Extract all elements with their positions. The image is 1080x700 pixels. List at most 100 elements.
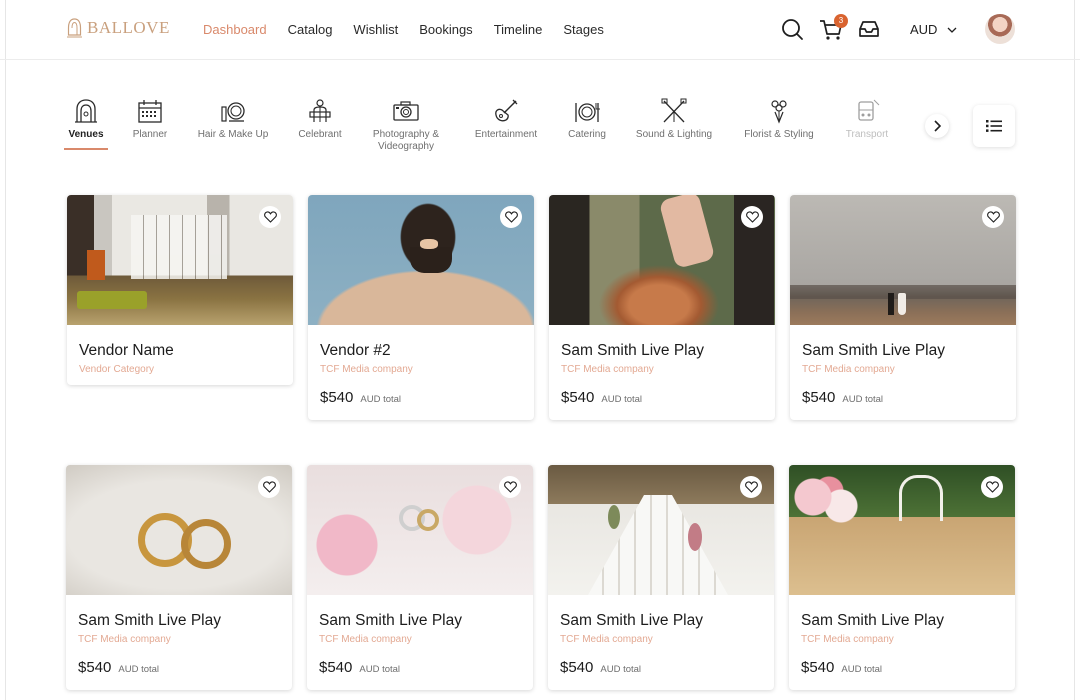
vendor-image-couple — [790, 195, 1016, 325]
category-photography[interactable]: Photography & Videography — [370, 98, 442, 153]
category-label: Venues — [68, 129, 104, 140]
category-entertainment[interactable]: Entertainment — [472, 98, 540, 141]
category-label: Planner — [132, 129, 168, 140]
category-sound-lighting[interactable]: Sound & Lighting — [634, 98, 714, 141]
category-next-button[interactable] — [925, 114, 949, 138]
vendor-title: Sam Smith Live Play — [802, 342, 945, 359]
chevron-right-icon — [934, 120, 941, 132]
vendor-category: Vendor Category — [79, 364, 155, 375]
main-nav: Dashboard Catalog Wishlist Bookings Time… — [203, 22, 625, 37]
vendor-category: TCF Media company — [802, 364, 895, 375]
wishlist-heart-button[interactable] — [740, 476, 762, 498]
wishlist-heart-button[interactable] — [741, 206, 763, 228]
vendor-card[interactable]: Vendor #2 TCF Media company $540 AUD tota… — [308, 195, 534, 420]
vendor-price: $540 AUD total — [789, 645, 1015, 690]
nav-wishlist[interactable]: Wishlist — [353, 22, 398, 37]
category-transport[interactable]: Transport — [844, 98, 890, 141]
category-hair-makeup[interactable]: Hair & Make Up — [196, 98, 270, 141]
price-unit: AUD total — [360, 394, 402, 405]
vendor-category: TCF Media company — [320, 364, 413, 375]
wishlist-heart-button[interactable] — [981, 476, 1003, 498]
price-unit: AUD total — [600, 664, 642, 675]
vendor-category: TCF Media company — [78, 634, 171, 645]
vendor-image-flowers-rings — [307, 465, 533, 595]
heart-icon — [985, 481, 999, 493]
user-avatar[interactable] — [985, 14, 1015, 44]
nav-catalog[interactable]: Catalog — [288, 22, 333, 37]
category-florist[interactable]: Florist & Styling — [742, 98, 816, 141]
celebrant-icon — [309, 99, 331, 122]
vendor-card[interactable]: Vendor Name Vendor Category — [67, 195, 293, 385]
search-icon[interactable] — [779, 16, 805, 42]
category-planner[interactable]: Planner — [132, 98, 168, 141]
price-amount: $540 — [802, 389, 836, 406]
vendor-title: Vendor #2 — [320, 342, 391, 359]
vendor-card[interactable]: Sam Smith Live Play TCF Media company $5… — [789, 465, 1015, 690]
vendor-image-garden-aisle — [789, 465, 1015, 595]
heart-icon — [504, 211, 518, 223]
price-unit: AUD total — [841, 664, 883, 675]
brand-logo[interactable]: BALLOVE — [67, 18, 170, 38]
vendor-category: TCF Media company — [561, 364, 654, 375]
venue-arch-icon — [75, 99, 97, 123]
heart-icon — [745, 211, 759, 223]
list-view-button[interactable] — [973, 105, 1015, 147]
vendor-price: $540 AUD total — [66, 645, 292, 690]
vendor-image-living-room — [67, 195, 293, 325]
vendor-price: $540 AUD total — [548, 645, 774, 690]
category-label: Hair & Make Up — [197, 129, 269, 140]
vendor-price: $540 AUD total — [790, 375, 1016, 420]
vendor-card[interactable]: Sam Smith Live Play TCF Media company $5… — [790, 195, 1016, 420]
vendor-price: $540 AUD total — [307, 645, 533, 690]
category-celebrant[interactable]: Celebrant — [296, 98, 344, 141]
price-amount: $540 — [560, 659, 594, 676]
vendor-title: Sam Smith Live Play — [560, 612, 703, 629]
vendor-card[interactable]: Sam Smith Live Play TCF Media company $5… — [307, 465, 533, 690]
vendor-title: Sam Smith Live Play — [561, 342, 704, 359]
vendor-title: Sam Smith Live Play — [78, 612, 221, 629]
category-label: Celebrant — [298, 129, 342, 140]
vendor-title: Vendor Name — [79, 342, 174, 359]
category-label: Transport — [845, 129, 889, 140]
category-label: Catering — [568, 129, 606, 140]
currency-selector[interactable]: AUD — [910, 22, 957, 37]
makeup-mirror-icon — [221, 102, 245, 122]
nav-timeline[interactable]: Timeline — [494, 22, 543, 37]
nav-dashboard[interactable]: Dashboard — [203, 22, 267, 37]
list-icon — [986, 120, 1002, 132]
price-amount: $540 — [320, 389, 354, 406]
nav-bookings[interactable]: Bookings — [419, 22, 472, 37]
bouquet-icon — [771, 100, 787, 124]
price-unit: AUD total — [842, 394, 884, 405]
category-label: Entertainment — [474, 129, 538, 140]
vendor-image-bouquet — [549, 195, 775, 325]
category-venues[interactable]: Venues — [64, 98, 108, 150]
currency-value: AUD — [910, 22, 938, 37]
inbox-icon[interactable] — [856, 16, 882, 42]
vendor-card[interactable]: Sam Smith Live Play TCF Media company $5… — [66, 465, 292, 690]
wishlist-heart-button[interactable] — [258, 476, 280, 498]
price-unit: AUD total — [359, 664, 401, 675]
vendor-category: TCF Media company — [801, 634, 894, 645]
category-catering[interactable]: Catering — [566, 98, 608, 141]
wishlist-heart-button[interactable] — [982, 206, 1004, 228]
heart-icon — [744, 481, 758, 493]
cart-count-badge: 3 — [834, 14, 848, 28]
category-label: Sound & Lighting — [635, 129, 713, 140]
wishlist-heart-button[interactable] — [500, 206, 522, 228]
nav-stages[interactable]: Stages — [563, 22, 603, 37]
price-unit: AUD total — [601, 394, 643, 405]
price-unit: AUD total — [118, 664, 160, 675]
vendor-price: $540 AUD total — [549, 375, 775, 420]
chevron-down-icon — [947, 27, 957, 33]
price-amount: $540 — [561, 389, 595, 406]
vendor-card[interactable]: Sam Smith Live Play TCF Media company $5… — [549, 195, 775, 420]
guitar-icon — [495, 99, 518, 122]
wishlist-heart-button[interactable] — [259, 206, 281, 228]
heart-icon — [262, 481, 276, 493]
wishlist-heart-button[interactable] — [499, 476, 521, 498]
category-label: Florist & Styling — [744, 129, 814, 140]
vendor-card[interactable]: Sam Smith Live Play TCF Media company $5… — [548, 465, 774, 690]
brand-name: BALLOVE — [87, 18, 170, 37]
vendor-title: Sam Smith Live Play — [319, 612, 462, 629]
